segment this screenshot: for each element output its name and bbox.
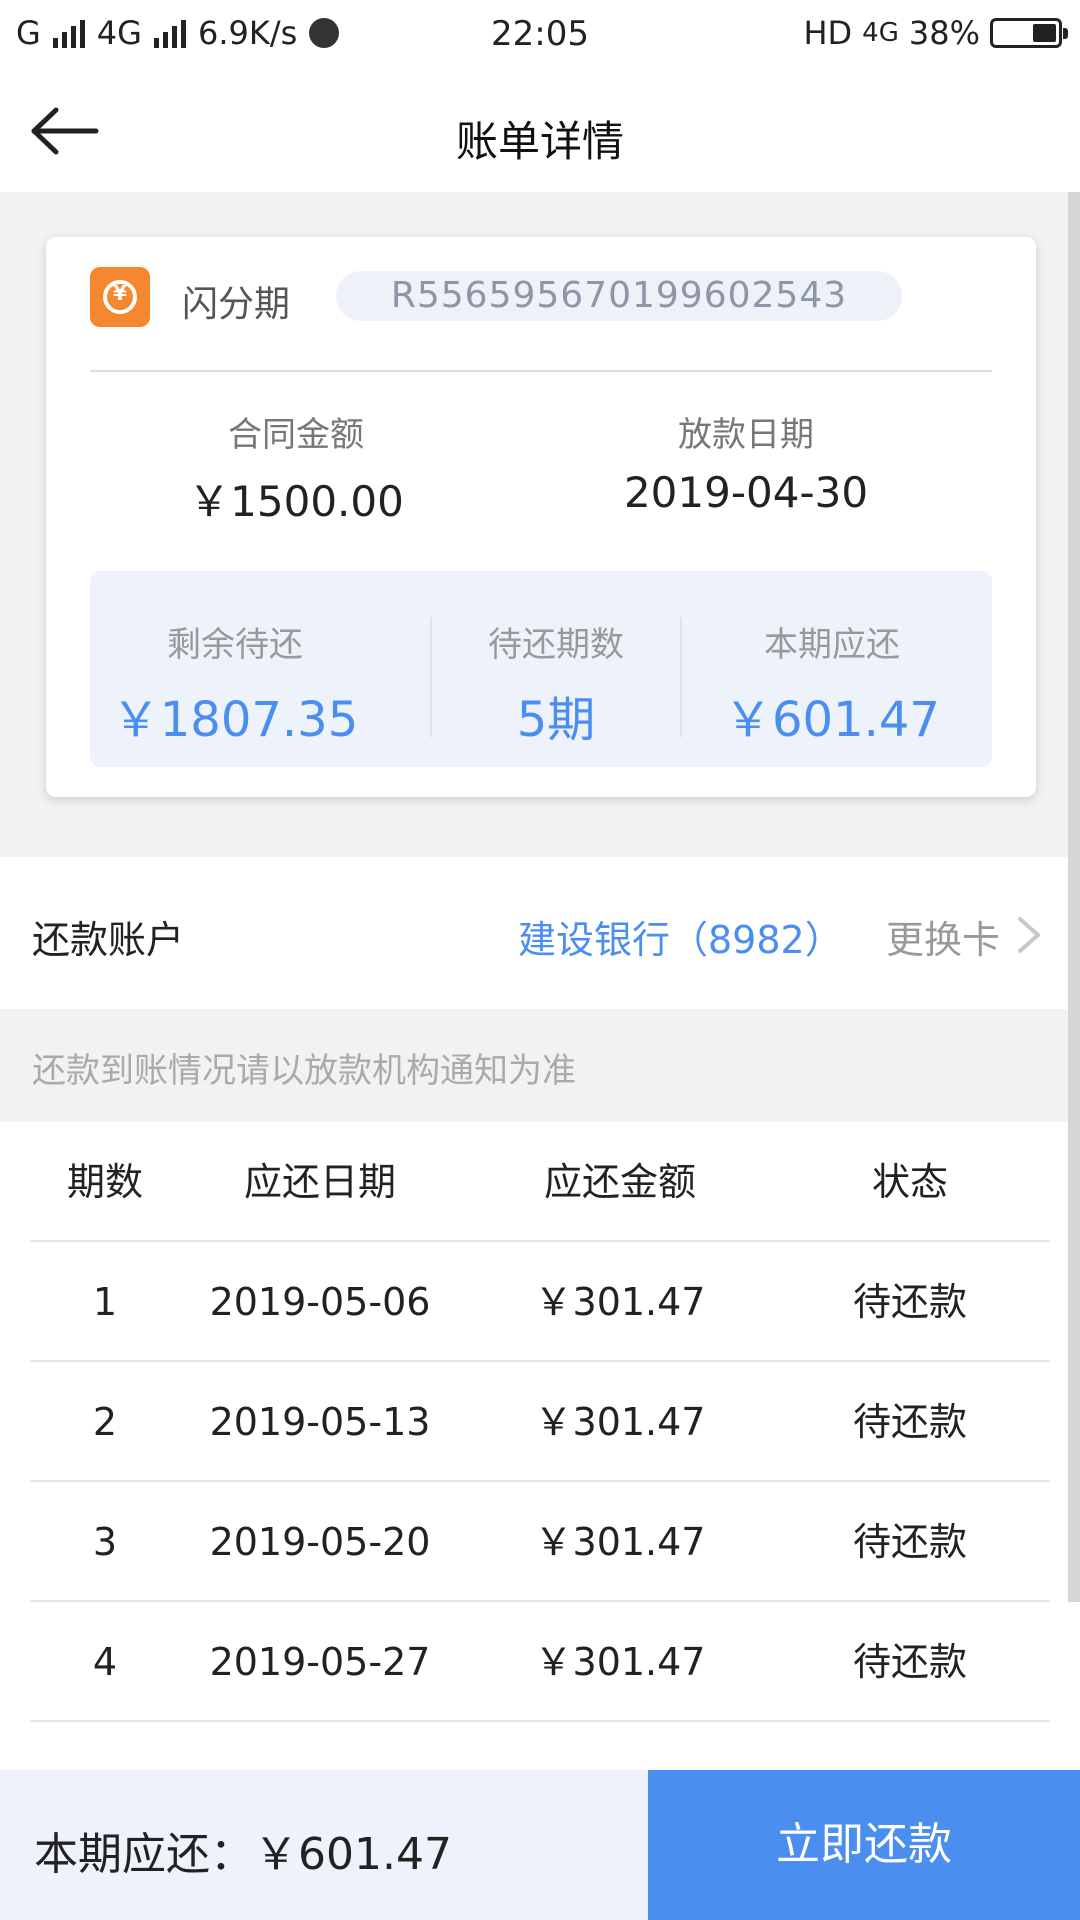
status-cell: 待还款: [852, 1640, 967, 1684]
amount-cell: ￥301.47: [534, 1640, 706, 1684]
header: 账单详情: [0, 70, 1080, 192]
stat-value: ￥601.47: [724, 692, 940, 748]
period-cell: 2: [92, 1400, 118, 1444]
amount-cell: ￥301.47: [534, 1400, 706, 1444]
header-due-date: 应还日期: [243, 1160, 396, 1204]
current-due-summary: 本期应还：￥601.47: [34, 1829, 452, 1880]
status-cell: 待还款: [852, 1400, 967, 1444]
bottom-bar: 本期应还：￥601.47 立即还款: [0, 1770, 1080, 1920]
table-row: 2 2019-05-13 ￥301.47 待还款: [0, 1362, 1080, 1482]
table-row: 3 2019-05-20 ￥301.47 待还款: [0, 1482, 1080, 1602]
stat-label: 待还期数: [488, 625, 624, 665]
stat-label: 剩余待还: [167, 625, 303, 665]
due-date-cell: 2019-05-13: [209, 1400, 431, 1444]
loan-card: ¥ 闪分期 R556595670199602543 合同金额 ￥1500.00 …: [46, 237, 1036, 797]
hd-label: HD: [803, 14, 853, 52]
header-status: 状态: [871, 1160, 948, 1204]
scrollbar[interactable]: [1068, 192, 1080, 1602]
contract-amount-label: 合同金额: [228, 415, 364, 455]
notice-bar: 还款到账情况请以放款机构通知为准: [0, 1009, 1080, 1122]
table-row: 4 2019-05-27 ￥301.47 待还款: [0, 1602, 1080, 1722]
amount-cell: ￥301.47: [534, 1520, 706, 1564]
status-bar: G 4G 6.9K/s 22:05 HD 4G 38%: [0, 0, 1080, 70]
page-title: 账单详情: [455, 117, 624, 166]
status-cell: 待还款: [852, 1280, 967, 1324]
product-logo-icon: ¥: [90, 267, 150, 327]
stat-value: 5期: [516, 692, 596, 748]
notice-text: 还款到账情况请以放款机构通知为准: [32, 1051, 576, 1091]
battery-fill: [1033, 24, 1056, 42]
due-date-cell: 2019-05-27: [209, 1640, 431, 1684]
change-card-link[interactable]: 更换卡: [886, 909, 1000, 964]
loan-date-value: 2019-04-30: [623, 468, 869, 517]
header-period: 期数: [66, 1160, 143, 1204]
contract-amount-value: ￥1500.00: [188, 477, 404, 526]
period-cell: 1: [92, 1280, 118, 1324]
battery-percent: 38%: [908, 14, 980, 52]
status-cell: 待还款: [852, 1520, 967, 1564]
loan-date-label: 放款日期: [678, 415, 814, 455]
summary-area: ¥ 闪分期 R556595670199602543 合同金额 ￥1500.00 …: [0, 192, 1080, 857]
repayment-stats: 剩余待还 ￥1807.35 待还期数 5期 本期应还 ￥601.47: [90, 571, 992, 767]
battery-icon: [990, 18, 1068, 48]
table-row: 1 2019-05-06 ￥301.47 待还款: [0, 1242, 1080, 1362]
stat-periods: 待还期数 5期: [432, 617, 680, 750]
due-date-cell: 2019-05-06: [209, 1280, 431, 1324]
bank-card: 建设银行（8982）: [518, 918, 843, 962]
repay-now-button[interactable]: 立即还款: [648, 1770, 1080, 1920]
period-cell: 4: [92, 1640, 118, 1684]
account-label: 还款账户: [32, 918, 185, 962]
repayment-account-row[interactable]: 还款账户 建设银行（8982） 更换卡: [0, 857, 1080, 1009]
amount-cell: ￥301.47: [534, 1280, 706, 1324]
chevron-right-icon[interactable]: [1016, 915, 1042, 955]
table-header: 期数 应还日期 应还金额 状态: [0, 1122, 1080, 1242]
row-divider: [30, 1720, 1050, 1722]
status-right: HD 4G 38%: [803, 14, 1068, 52]
contract-number: R556595670199602543: [336, 271, 902, 321]
period-cell: 3: [92, 1520, 118, 1564]
due-date-cell: 2019-05-20: [209, 1520, 431, 1564]
stat-remaining: 剩余待还 ￥1807.35: [100, 617, 370, 750]
stat-label: 本期应还: [764, 625, 900, 665]
contract-amount-block: 合同金额 ￥1500.00: [86, 407, 506, 529]
stat-current-due: 本期应还 ￥601.47: [682, 617, 982, 750]
header-amount: 应还金额: [543, 1160, 696, 1204]
stat-value: ￥1807.35: [111, 692, 359, 748]
repayment-schedule-table: 期数 应还日期 应还金额 状态 1 2019-05-06 ￥301.47 待还款…: [0, 1122, 1080, 1722]
card-divider: [90, 370, 992, 372]
network2-label: 4G: [862, 18, 899, 48]
product-name: 闪分期: [182, 284, 291, 325]
loan-date-block: 放款日期 2019-04-30: [536, 407, 956, 517]
